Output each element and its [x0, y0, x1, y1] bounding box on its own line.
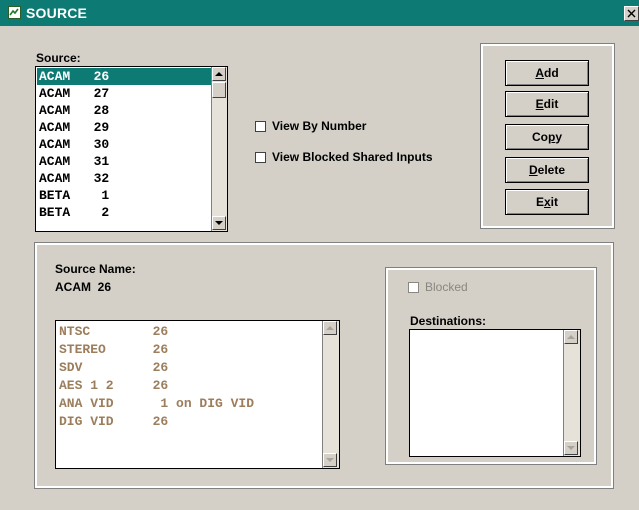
- source-item[interactable]: ACAM 27: [37, 85, 211, 102]
- copy-button[interactable]: Copy: [505, 124, 589, 150]
- scroll-down-icon[interactable]: [564, 441, 578, 455]
- delete-button[interactable]: Delete: [505, 157, 589, 183]
- destinations-scrollbar[interactable]: [563, 330, 580, 456]
- app-icon: [8, 6, 21, 19]
- scroll-up-icon[interactable]: [323, 321, 337, 335]
- exit-button[interactable]: Exit: [505, 189, 589, 215]
- delete-label-post: elete: [537, 163, 566, 177]
- scroll-up-icon[interactable]: [212, 67, 226, 81]
- source-item[interactable]: BETA 2: [37, 204, 211, 221]
- exit-label-key: x: [543, 195, 551, 209]
- source-window: SOURCE Source: ACAM 26 ACAM 27 ACAM 28 A…: [0, 0, 639, 510]
- source-name-value: ACAM 26: [55, 280, 112, 294]
- window-title: SOURCE: [26, 5, 88, 21]
- add-label-key: A: [535, 66, 544, 80]
- scroll-down-icon[interactable]: [212, 216, 226, 230]
- signal-item: DIG VID 26: [59, 414, 169, 429]
- copy-label-pre: Co: [531, 130, 548, 144]
- signal-item: NTSC 26: [59, 324, 169, 339]
- exit-label-post: it: [550, 195, 559, 209]
- source-label: Source:: [36, 51, 81, 65]
- source-item[interactable]: ACAM 28: [37, 102, 211, 119]
- destinations-listbox[interactable]: [409, 329, 581, 457]
- blocked-checkbox: [408, 281, 419, 293]
- signals-scrollbar[interactable]: [322, 321, 339, 468]
- scroll-up-icon[interactable]: [564, 330, 578, 344]
- view-by-number-checkbox[interactable]: [255, 120, 266, 132]
- edit-label-key: E: [535, 97, 544, 111]
- blocked-label: Blocked: [425, 280, 468, 294]
- view-blocked-shared-inputs-option[interactable]: View Blocked Shared Inputs: [255, 150, 433, 164]
- view-by-number-option[interactable]: View By Number: [255, 119, 366, 133]
- delete-label-key: D: [528, 163, 538, 177]
- blocked-option: Blocked: [408, 280, 468, 294]
- view-by-number-label: View By Number: [272, 119, 367, 133]
- signal-item: SDV 26: [59, 360, 169, 375]
- exit-label-pre: E: [535, 195, 544, 209]
- signals-listbox[interactable]: NTSC 26 STEREO 26 SDV 26 AES 1 2 26 ANA …: [55, 320, 340, 469]
- view-blocked-shared-inputs-checkbox[interactable]: [255, 151, 266, 163]
- add-label-post: dd: [544, 66, 559, 80]
- source-item[interactable]: ACAM 29: [37, 119, 211, 136]
- add-button[interactable]: Add: [505, 60, 589, 86]
- source-item[interactable]: ACAM 31: [37, 153, 211, 170]
- signal-item: STEREO 26: [59, 342, 169, 357]
- scroll-down-icon[interactable]: [323, 453, 337, 467]
- view-blocked-shared-inputs-label: View Blocked Shared Inputs: [272, 150, 433, 164]
- source-item[interactable]: BETA 1: [37, 187, 211, 204]
- signal-item: ANA VID 1 on DIG VID: [59, 396, 255, 411]
- source-item[interactable]: ACAM 30: [37, 136, 211, 153]
- title-bar: SOURCE: [0, 0, 639, 26]
- source-name-label: Source Name:: [55, 262, 136, 276]
- source-item[interactable]: ACAM 26: [37, 68, 211, 85]
- destinations-label: Destinations:: [410, 314, 487, 328]
- source-scrollbar[interactable]: [211, 67, 227, 231]
- edit-label-post: dit: [543, 97, 559, 111]
- source-item[interactable]: ACAM 32: [37, 170, 211, 187]
- signal-item: AES 1 2 26: [59, 378, 169, 393]
- close-icon[interactable]: [624, 6, 639, 21]
- source-listbox[interactable]: ACAM 26 ACAM 27 ACAM 28 ACAM 29 ACAM 30 …: [35, 66, 228, 232]
- copy-label-post: y: [555, 130, 563, 144]
- edit-button[interactable]: Edit: [505, 91, 589, 117]
- scroll-thumb[interactable]: [212, 82, 226, 98]
